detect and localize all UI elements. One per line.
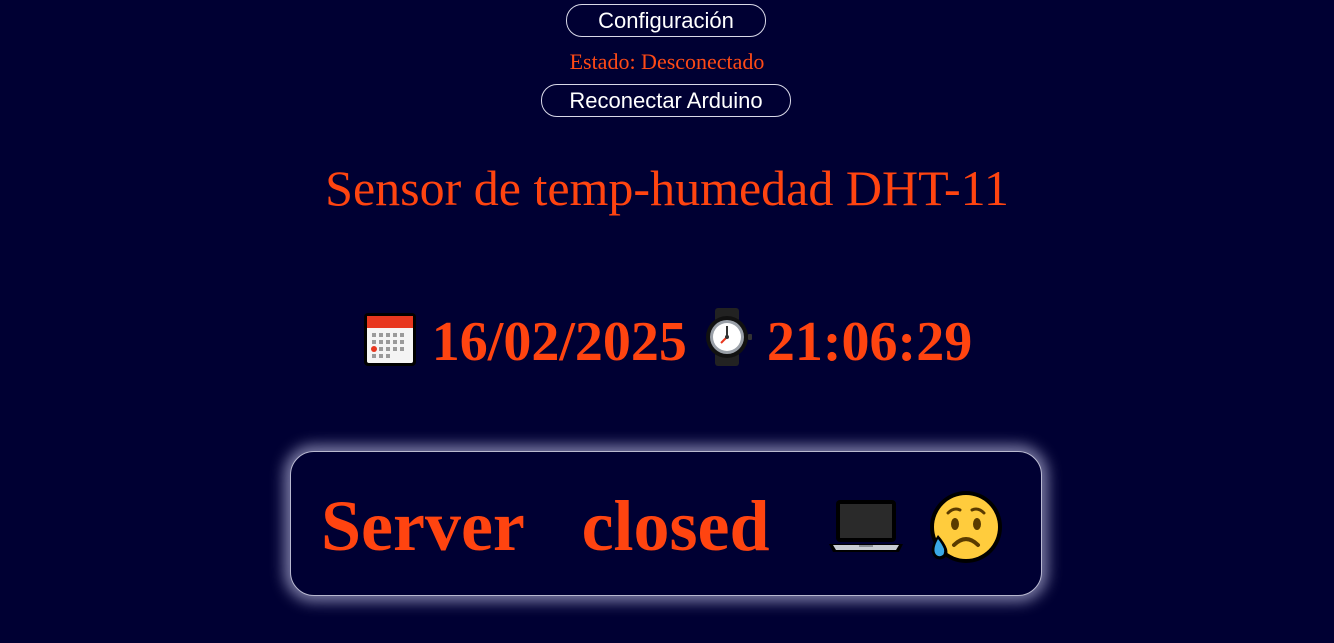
- reconnect-arduino-button[interactable]: Reconectar Arduino: [541, 84, 791, 117]
- date-value: 16/02/2025: [431, 311, 687, 373]
- server-status-panel: Server closed: [290, 451, 1042, 596]
- datetime-display: 16/02/2025 21:06:29: [0, 306, 1334, 375]
- sad-face-icon: [924, 489, 1004, 574]
- page-title: Sensor de temp-humedad DHT-11: [325, 160, 1009, 216]
- server-message: Server closed: [321, 486, 770, 566]
- watch-icon: [701, 308, 767, 373]
- laptop-icon: [827, 498, 905, 561]
- time-value: 21:06:29: [766, 311, 973, 373]
- page: Configuración Estado: Desconectado Recon…: [0, 0, 1334, 643]
- connection-status: Estado: Desconectado: [569, 49, 765, 74]
- config-button[interactable]: Configuración: [566, 4, 766, 37]
- calendar-icon: [362, 311, 432, 373]
